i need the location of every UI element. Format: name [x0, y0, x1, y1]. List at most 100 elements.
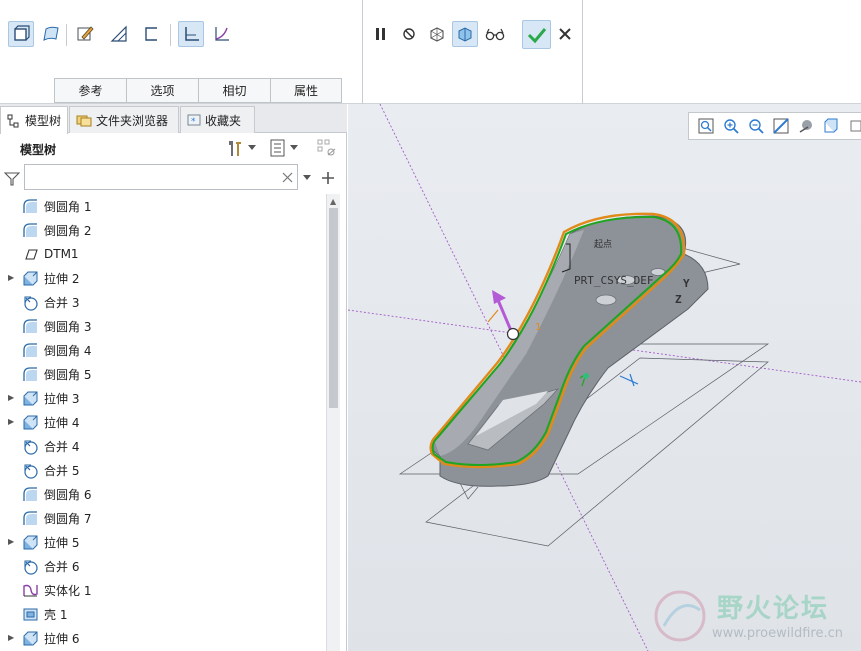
- merge-icon: [22, 558, 39, 575]
- tree-item[interactable]: 倒圆角 3: [0, 314, 326, 338]
- chevron-down-icon[interactable]: [303, 175, 311, 181]
- tree-item-label: 壳 1: [44, 607, 68, 622]
- pause-icon: [376, 28, 385, 40]
- tree-filter-row: [0, 162, 347, 194]
- tab-model-tree[interactable]: 模型树: [0, 106, 68, 134]
- curve-chain-button[interactable]: [208, 21, 234, 47]
- tree-item[interactable]: DTM1: [0, 242, 326, 266]
- glasses-icon: [485, 28, 505, 41]
- refit-button[interactable]: [695, 115, 718, 137]
- refit-icon: [698, 118, 714, 134]
- zoom-in-button[interactable]: [720, 115, 743, 137]
- expand-arrow-icon[interactable]: ▶: [8, 393, 16, 403]
- marker-label: 1: [535, 322, 542, 333]
- round-icon: [22, 222, 39, 239]
- geometry-preview-icon: [430, 27, 444, 42]
- tree-item[interactable]: 倒圆角 7: [0, 506, 326, 530]
- tree-item-label: 倒圆角 4: [44, 343, 92, 358]
- solid-type-button[interactable]: [8, 21, 34, 47]
- tree-item[interactable]: ▶ 拉伸 3: [0, 386, 326, 410]
- scroll-up-icon[interactable]: ▲: [330, 197, 336, 206]
- geometry-preview-button[interactable]: [424, 21, 450, 47]
- shell-icon: [22, 606, 39, 623]
- section-button[interactable]: [138, 21, 164, 47]
- tree-item[interactable]: ▶ 拉伸 4: [0, 410, 326, 434]
- tree-item-label: 拉伸 3: [44, 391, 80, 406]
- expand-arrow-icon[interactable]: ▶: [8, 273, 16, 283]
- sketch-button[interactable]: [72, 21, 98, 47]
- view-toolbar: [688, 112, 861, 140]
- expand-arrow-icon[interactable]: ▶: [8, 537, 16, 547]
- verify-mode-button[interactable]: [452, 21, 478, 47]
- tree-item[interactable]: 倒圆角 2: [0, 218, 326, 242]
- expand-arrow-icon[interactable]: ▶: [8, 417, 16, 427]
- round-icon: [22, 486, 39, 503]
- surface-type-button[interactable]: [38, 21, 64, 47]
- subtab-references[interactable]: 参考: [54, 78, 126, 103]
- saved-orientation-button[interactable]: [819, 115, 842, 137]
- tree-item[interactable]: 实体化 1: [0, 578, 326, 602]
- scroll-thumb[interactable]: [329, 208, 338, 408]
- tree-item[interactable]: 倒圆角 1: [0, 194, 326, 218]
- add-icon[interactable]: [321, 171, 335, 185]
- zoom-out-button[interactable]: [745, 115, 768, 137]
- graphics-viewport[interactable]: PRT_CSYS_DEF Y Z 起点 1 野火论坛 www.proewildf…: [348, 104, 861, 651]
- ribbon: 参考 选项 相切 属性: [0, 0, 861, 104]
- chevron-down-icon: [290, 145, 298, 150]
- tree-item[interactable]: 合并 3: [0, 290, 326, 314]
- subtab-properties[interactable]: 属性: [270, 78, 342, 103]
- repaint-button[interactable]: [770, 115, 793, 137]
- watermark: 野火论坛 www.proewildfire.cn: [648, 582, 861, 651]
- tree-item[interactable]: ▶ 拉伸 5: [0, 530, 326, 554]
- expand-arrow-icon[interactable]: ▶: [8, 633, 16, 643]
- extrude-icon: [22, 390, 39, 407]
- cancel-button[interactable]: [552, 21, 578, 47]
- surface-icon: [43, 26, 59, 41]
- tree-item-label: 倒圆角 6: [44, 487, 92, 502]
- tree-item[interactable]: 合并 6: [0, 554, 326, 578]
- tree-item[interactable]: 合并 5: [0, 458, 326, 482]
- solidify-icon: [22, 582, 39, 599]
- clear-icon[interactable]: [282, 172, 293, 183]
- tree-item[interactable]: ▶ 拉伸 6: [0, 626, 326, 650]
- tree-item[interactable]: 倒圆角 5: [0, 362, 326, 386]
- edge-chain-button[interactable]: [178, 21, 204, 47]
- tab-folder-browser-label: 文件夹浏览器: [96, 113, 169, 128]
- tree-item-label: 拉伸 2: [44, 271, 80, 286]
- checkmark-icon: [527, 27, 546, 43]
- glasses-button[interactable]: [482, 21, 508, 47]
- round-icon: [22, 510, 39, 527]
- ok-button[interactable]: [522, 20, 551, 49]
- tree-item[interactable]: 倒圆角 6: [0, 482, 326, 506]
- subtab-options[interactable]: 选项: [126, 78, 198, 103]
- tree-item[interactable]: ▶ 拉伸 2: [0, 266, 326, 290]
- display-style-button[interactable]: [794, 115, 817, 137]
- view-manager-button[interactable]: [844, 115, 861, 137]
- drag-handle: [506, 327, 520, 341]
- tree-show-button[interactable]: [270, 137, 308, 159]
- tree-item-label: 倒圆角 7: [44, 511, 92, 526]
- tab-folder-browser[interactable]: 文件夹浏览器: [69, 106, 179, 133]
- tab-favorites[interactable]: * 收藏夹: [180, 106, 255, 133]
- tree-scrollbar[interactable]: ▲: [326, 194, 340, 651]
- panel-tabs: 模型树 文件夹浏览器 * 收藏夹: [0, 104, 347, 134]
- tree-item-label: 倒圆角 5: [44, 367, 92, 382]
- tree-item[interactable]: 合并 4: [0, 434, 326, 458]
- tree-filter-visibility-button[interactable]: [316, 138, 338, 158]
- tree-icon: [7, 114, 19, 127]
- tree-search-input[interactable]: [24, 164, 298, 190]
- pause-button[interactable]: [367, 21, 393, 47]
- no-preview-button[interactable]: [396, 21, 422, 47]
- bracket-icon: [145, 27, 157, 41]
- subtab-tangency[interactable]: 相切: [198, 78, 270, 103]
- list-icon: [270, 139, 285, 157]
- vertex-marker: [583, 373, 589, 379]
- merge-icon: [22, 462, 39, 479]
- sketch-icon: [77, 26, 94, 41]
- tree-item[interactable]: 壳 1: [0, 602, 326, 626]
- tree-item-label: 合并 4: [44, 439, 80, 454]
- tree-settings-button[interactable]: [226, 137, 266, 159]
- tree-item[interactable]: 倒圆角 4: [0, 338, 326, 362]
- plane-reference-button[interactable]: [106, 21, 132, 47]
- round-icon: [22, 318, 39, 335]
